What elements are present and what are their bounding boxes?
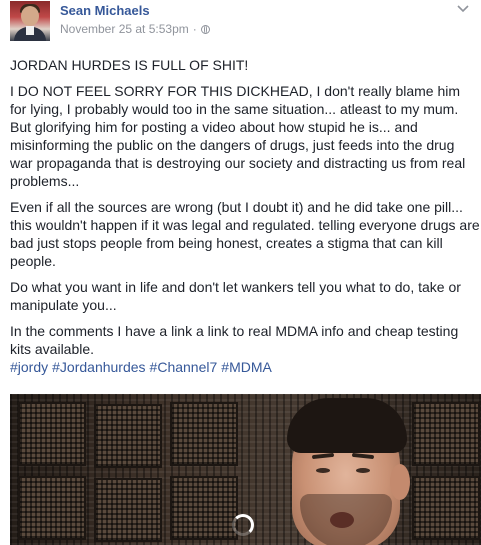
- wall-panel: [94, 404, 162, 468]
- post-paragraph: In the comments I have a link a link to …: [10, 323, 459, 357]
- hashtag-link[interactable]: #Jordanhurdes: [52, 359, 145, 375]
- post-paragraph: I DO NOT FEEL SORRY FOR THIS DICKHEAD, I…: [10, 83, 466, 189]
- video-player[interactable]: [10, 394, 481, 545]
- post-header: Sean Michaels November 25 at 5:53pm ·: [10, 1, 481, 41]
- post-paragraph: Even if all the sources are wrong (but I…: [10, 199, 480, 269]
- wall-panel: [94, 478, 162, 542]
- video-person-eye: [316, 468, 330, 473]
- video-person-eye: [356, 468, 370, 473]
- wall-panel: [18, 476, 86, 540]
- wall-panel: [170, 476, 238, 540]
- post-paragraph: JORDAN HURDES IS FULL OF SHIT!: [10, 57, 249, 73]
- video-person-mouth: [330, 512, 354, 528]
- loading-spinner-icon: [232, 514, 254, 536]
- wall-panel: [412, 476, 480, 540]
- globe-icon[interactable]: [200, 24, 210, 34]
- video-person-ear: [390, 464, 410, 500]
- post-meta: November 25 at 5:53pm ·: [60, 22, 210, 36]
- hashtag-link[interactable]: #Channel7: [150, 359, 218, 375]
- author-name[interactable]: Sean Michaels: [60, 3, 150, 18]
- wall-panel: [412, 402, 480, 466]
- hashtag-list: #jordy #Jordanhurdes #Channel7 #MDMA: [10, 358, 480, 376]
- hashtag-link[interactable]: #MDMA: [221, 359, 272, 375]
- video-person-hair: [287, 398, 407, 453]
- facebook-post: Sean Michaels November 25 at 5:53pm · JO…: [0, 0, 481, 545]
- wall-panel: [170, 402, 238, 466]
- post-timestamp[interactable]: November 25 at 5:53pm: [60, 22, 189, 36]
- post-paragraph: Do what you want in life and don't let w…: [10, 279, 461, 313]
- wall-panel: [18, 402, 86, 466]
- post-body: JORDAN HURDES IS FULL OF SHIT! I DO NOT …: [10, 56, 480, 376]
- author-avatar[interactable]: [10, 1, 50, 41]
- meta-separator: ·: [192, 22, 197, 36]
- chevron-down-icon[interactable]: [457, 5, 469, 13]
- hashtag-link[interactable]: #jordy: [10, 359, 48, 375]
